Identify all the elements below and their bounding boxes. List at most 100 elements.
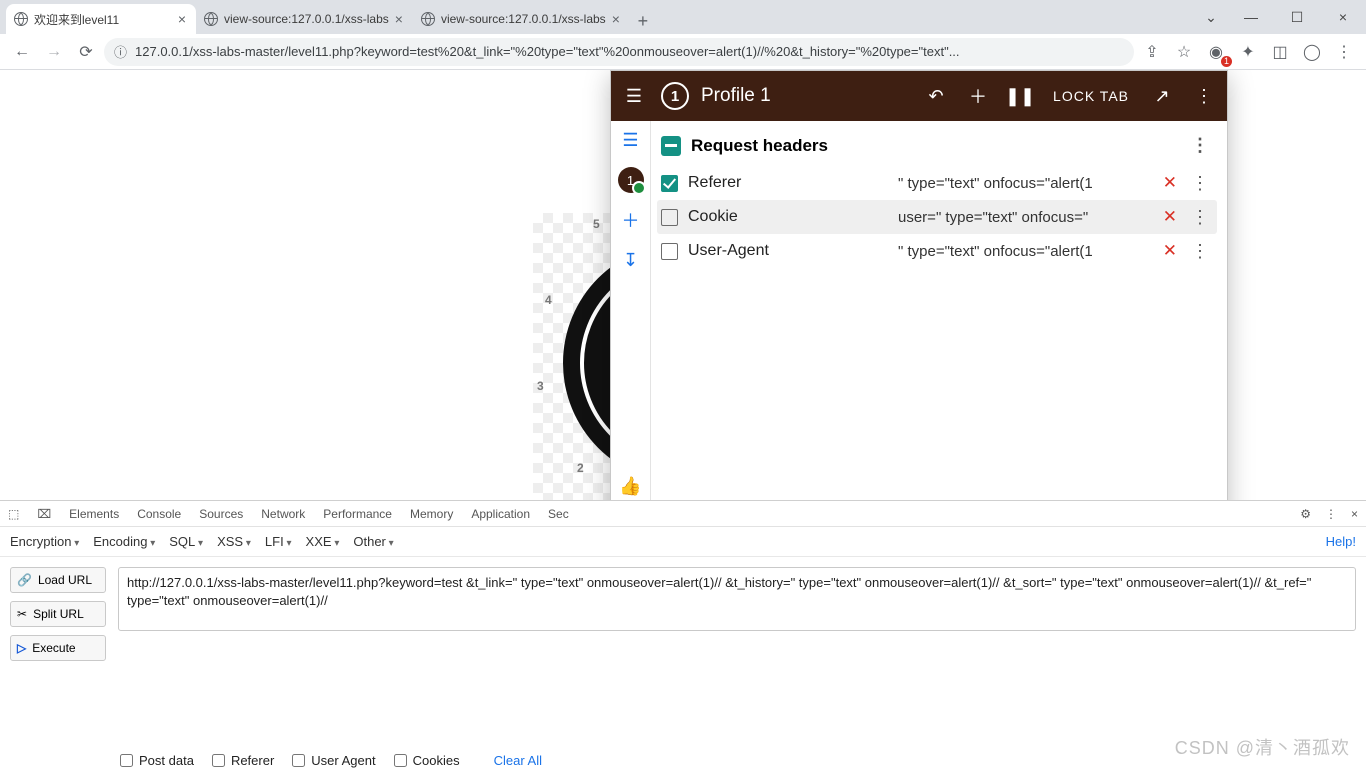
checkbox[interactable] [212, 754, 225, 767]
tab-title: view-source:127.0.0.1/xss-labs [224, 12, 389, 26]
url-text: 127.0.0.1/xss-labs-master/level11.php?ke… [135, 44, 960, 59]
dd-encoding[interactable]: Encoding [93, 534, 155, 549]
header-row-useragent[interactable]: User-Agent " type="text" onfocus="alert(… [657, 234, 1217, 268]
tab-0[interactable]: 欢迎来到level11 × [6, 4, 196, 34]
checkbox[interactable] [292, 754, 305, 767]
add-profile-icon[interactable]: ＋ [618, 207, 644, 233]
close-icon[interactable]: × [395, 11, 403, 27]
lock-tab-button[interactable]: LOCK TAB [1047, 88, 1135, 104]
tab-2[interactable]: view-source:127.0.0.1/xss-labs × [413, 4, 630, 34]
minimize-button[interactable]: — [1228, 0, 1274, 34]
close-icon[interactable]: × [1351, 507, 1358, 521]
enable-checkbox[interactable] [661, 175, 678, 192]
extensions-icon[interactable]: ✦ [1234, 38, 1262, 66]
maximize-button[interactable]: ☐ [1274, 0, 1320, 34]
extension-modheader-icon[interactable]: ◉1 [1202, 38, 1230, 66]
dt-tab-sources[interactable]: Sources [199, 507, 243, 521]
kebab-menu-icon[interactable]: ⋮ [1187, 173, 1213, 194]
back-button[interactable]: ← [8, 38, 36, 66]
load-url-button[interactable]: 🔗Load URL [10, 567, 106, 593]
badge-count: 1 [1221, 56, 1232, 67]
dd-xxe[interactable]: XXE [306, 534, 340, 549]
dd-sql[interactable]: SQL [169, 534, 203, 549]
help-link[interactable]: Help! [1326, 534, 1356, 549]
delete-icon[interactable]: ✕ [1163, 173, 1177, 193]
dt-tab-security[interactable]: Sec [548, 507, 569, 521]
hamburger-icon[interactable]: ☰ [619, 81, 649, 111]
header-name[interactable]: User-Agent [688, 242, 888, 260]
execute-button[interactable]: ▷Execute [10, 635, 106, 661]
dt-tab-performance[interactable]: Performance [323, 507, 392, 521]
tick-2: 2 [577, 461, 584, 475]
undo-icon[interactable]: ↶ [921, 81, 951, 111]
device-icon[interactable]: ⌧ [37, 507, 51, 521]
sort-icon[interactable]: ↧ [618, 247, 644, 273]
delete-icon[interactable]: ✕ [1163, 207, 1177, 227]
plus-icon[interactable]: ＋ [963, 81, 993, 111]
kebab-menu-icon[interactable]: ⋮ [1187, 207, 1213, 228]
header-value[interactable]: " type="text" onfocus="alert(1 [898, 243, 1153, 260]
header-value[interactable]: " type="text" onfocus="alert(1 [898, 175, 1153, 192]
dt-tab-elements[interactable]: Elements [69, 507, 119, 521]
thumbs-up-icon[interactable]: 👍 [618, 473, 644, 499]
dt-tab-application[interactable]: Application [471, 507, 530, 521]
profile-number-badge: 1 [661, 82, 689, 110]
delete-icon[interactable]: ✕ [1163, 241, 1177, 261]
tab-1[interactable]: view-source:127.0.0.1/xss-labs × [196, 4, 413, 34]
opt-postdata[interactable]: Post data [120, 753, 194, 768]
kebab-menu-icon[interactable]: ⋮ [1330, 38, 1358, 66]
checkbox[interactable] [120, 754, 133, 767]
kebab-menu-icon[interactable]: ⋮ [1325, 507, 1337, 521]
close-icon[interactable]: × [612, 11, 620, 27]
url-textarea[interactable] [118, 567, 1356, 631]
kebab-menu-icon[interactable]: ⋮ [1187, 241, 1213, 262]
inspect-icon[interactable]: ⬚ [8, 507, 19, 521]
enable-checkbox[interactable] [661, 243, 678, 260]
dt-tab-console[interactable]: Console [137, 507, 181, 521]
sidepanel-icon[interactable]: ◫ [1266, 38, 1294, 66]
header-value[interactable]: user=" type="text" onfocus=" [898, 209, 1153, 226]
header-row-cookie[interactable]: Cookie user=" type="text" onfocus=" ✕ ⋮ [657, 200, 1217, 234]
header-name[interactable]: Cookie [688, 208, 888, 226]
checkbox[interactable] [394, 754, 407, 767]
section-title: Request headers [691, 136, 828, 156]
hackbar-main: 🔗Load URL ✂Split URL ▷Execute [0, 557, 1366, 753]
dd-other[interactable]: Other [353, 534, 393, 549]
gear-icon[interactable]: ⚙ [1300, 507, 1311, 521]
profile-name[interactable]: Profile 1 [701, 85, 909, 107]
dd-xss[interactable]: XSS [217, 534, 251, 549]
share-icon[interactable]: ↗ [1147, 81, 1177, 111]
pause-icon[interactable]: ❚❚ [1005, 81, 1035, 111]
kebab-menu-icon[interactable]: ⋮ [1187, 135, 1213, 156]
browser-tabstrip: 欢迎来到level11 × view-source:127.0.0.1/xss-… [0, 0, 1366, 34]
enable-checkbox[interactable] [661, 209, 678, 226]
dt-tab-memory[interactable]: Memory [410, 507, 453, 521]
opt-useragent[interactable]: User Agent [292, 753, 375, 768]
dd-lfi[interactable]: LFI [265, 534, 292, 549]
chevron-down-icon[interactable]: ⌄ [1194, 0, 1228, 34]
split-url-button[interactable]: ✂Split URL [10, 601, 106, 627]
header-row-referer[interactable]: Referer " type="text" onfocus="alert(1 ✕… [657, 166, 1217, 200]
header-name[interactable]: Referer [688, 174, 888, 192]
hamburger-icon[interactable]: ☰ [618, 127, 644, 153]
new-tab-button[interactable]: + [630, 8, 656, 34]
hackbar-options: Post data Referer User Agent Cookies Cle… [0, 753, 1366, 768]
close-icon[interactable]: × [178, 11, 186, 27]
close-window-button[interactable]: × [1320, 0, 1366, 34]
star-icon[interactable]: ☆ [1170, 38, 1198, 66]
share-icon[interactable]: ⇪ [1138, 38, 1166, 66]
address-bar[interactable]: ⓘ 127.0.0.1/xss-labs-master/level11.php?… [104, 38, 1134, 66]
kebab-menu-icon[interactable]: ⋮ [1189, 81, 1219, 111]
dt-tab-network[interactable]: Network [261, 507, 305, 521]
opt-referer[interactable]: Referer [212, 753, 274, 768]
profile-badge[interactable]: 1 [618, 167, 644, 193]
dd-encryption[interactable]: Encryption [10, 534, 79, 549]
popup-siderail: ☰ 1 ＋ ↧ 👍 ? [611, 121, 651, 500]
browser-toolbar: ← → ⟳ ⓘ 127.0.0.1/xss-labs-master/level1… [0, 34, 1366, 70]
reload-button[interactable]: ⟳ [72, 38, 100, 66]
clear-all-link[interactable]: Clear All [494, 753, 542, 768]
profile-avatar-icon[interactable]: ◯ [1298, 38, 1326, 66]
forward-button[interactable]: → [40, 38, 68, 66]
hackbar-buttons: 🔗Load URL ✂Split URL ▷Execute [10, 567, 106, 743]
opt-cookies[interactable]: Cookies [394, 753, 460, 768]
